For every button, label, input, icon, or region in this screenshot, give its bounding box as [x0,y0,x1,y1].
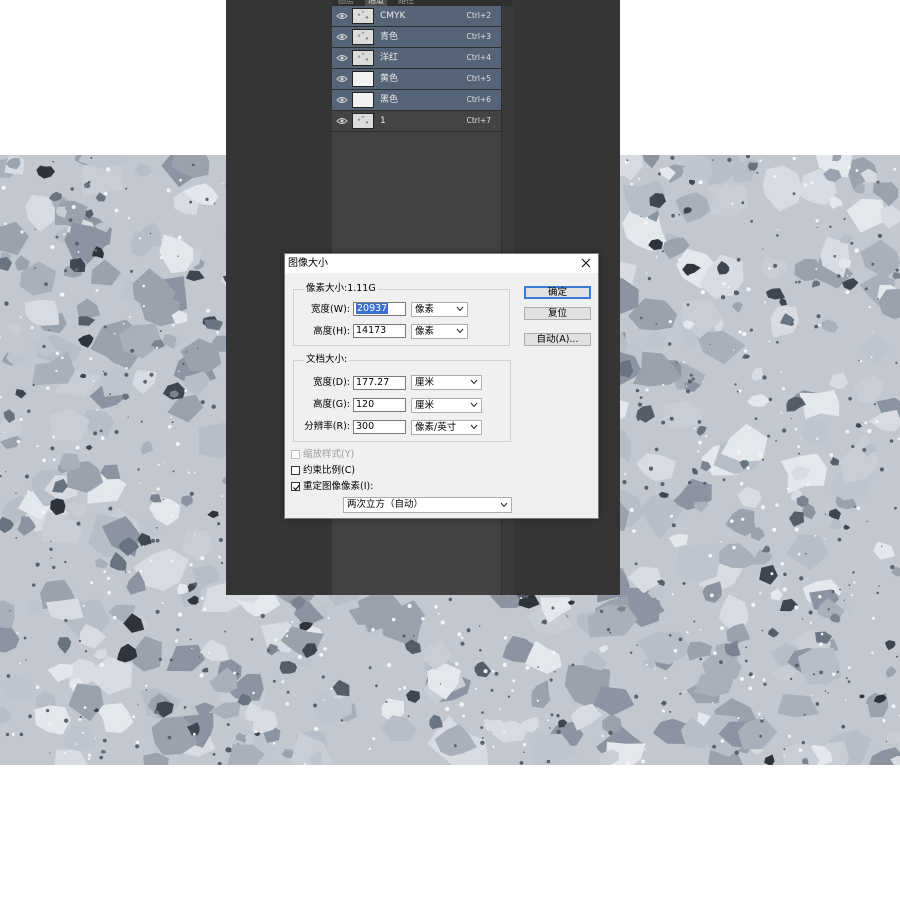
doc-height-label: 高度(G): [313,399,350,410]
channel-shortcut: Ctrl+7 [466,116,491,125]
channel-row[interactable]: 青色 Ctrl+3 [332,27,501,48]
channel-shortcut: Ctrl+5 [466,74,491,83]
channel-name: CMYK [380,11,406,21]
doc-width-label: 宽度(D): [313,377,350,388]
checkmark-icon [293,484,300,491]
channel-shortcut: Ctrl+3 [466,32,491,41]
channel-row[interactable]: 洋红 Ctrl+4 [332,48,501,69]
channel-name: 洋红 [380,53,399,63]
pixel-height-input[interactable]: 14173 [353,324,406,338]
pixel-width-label: 宽度(W): [310,304,350,315]
dialog-title: 图像大小 [288,258,328,269]
channel-name: 青色 [380,32,399,42]
scale-styles-label: 缩放样式(Y) [303,449,355,460]
constrain-proportions-checkbox[interactable] [291,466,300,475]
chevron-down-icon [470,424,478,430]
chevron-down-icon [456,306,464,312]
channel-shortcut: Ctrl+6 [466,95,491,104]
channel-row[interactable]: 黄色 Ctrl+5 [332,69,501,90]
doc-height-unit-select[interactable]: 厘米 [411,398,482,413]
doc-width-unit-select[interactable]: 厘米 [411,375,482,390]
scale-styles-checkbox [291,450,300,459]
channel-name: 黑色 [380,95,399,105]
channel-row[interactable]: CMYK Ctrl+2 [332,6,501,27]
constrain-proportions-label: 约束比例(C) [303,465,356,476]
resample-checkbox[interactable] [291,482,300,491]
auto-button[interactable]: 自动(A)... [524,333,591,346]
image-size-dialog: 图像大小 像素大小:1.11G 宽度(W): 20937 像素 高度(H): 1… [284,253,599,519]
chevron-down-icon [456,328,464,334]
close-icon[interactable] [580,257,592,269]
pixel-width-unit-select[interactable]: 像素 [411,302,468,317]
pixel-height-label: 高度(H): [313,326,350,337]
pixel-width-input[interactable]: 20937 [353,302,406,316]
eye-icon[interactable] [336,52,348,64]
doc-height-input[interactable]: 120 [353,398,406,412]
pixel-height-unit-select[interactable]: 像素 [411,324,468,339]
chevron-down-icon [470,402,478,408]
reset-button[interactable]: 复位 [524,307,591,320]
chevron-down-icon [500,502,508,508]
eye-icon[interactable] [336,31,348,43]
resolution-unit-select[interactable]: 像素/英寸 [411,420,482,435]
document-size-label: 文档大小: [304,353,350,367]
channel-thumbnail [352,92,374,108]
channel-row[interactable]: 1 Ctrl+7 [332,111,501,132]
ok-button[interactable]: 确定 [524,286,591,299]
channel-thumbnail [352,71,374,87]
channel-thumbnail [352,113,374,129]
channel-thumbnail [352,50,374,66]
resolution-input[interactable]: 300 [353,420,406,434]
pixel-dimensions-label: 像素大小:1.11G [304,282,378,296]
channel-thumbnail [352,8,374,24]
eye-icon[interactable] [336,10,348,22]
eye-icon[interactable] [336,115,348,127]
channel-row[interactable]: 黑色 Ctrl+6 [332,90,501,111]
channel-thumbnail [352,29,374,45]
channel-shortcut: Ctrl+2 [466,11,491,20]
resolution-label: 分辨率(R): [304,421,350,432]
eye-icon[interactable] [336,94,348,106]
doc-width-input[interactable]: 177.27 [353,376,406,390]
chevron-down-icon [470,379,478,385]
resample-method-select[interactable]: 两次立方（自动） [343,497,512,513]
resample-label: 重定图像像素(I): [303,481,374,492]
channel-name: 1 [380,116,386,126]
dialog-titlebar[interactable]: 图像大小 [285,254,598,273]
channel-name: 黄色 [380,74,399,84]
channel-shortcut: Ctrl+4 [466,53,491,62]
eye-icon[interactable] [336,73,348,85]
